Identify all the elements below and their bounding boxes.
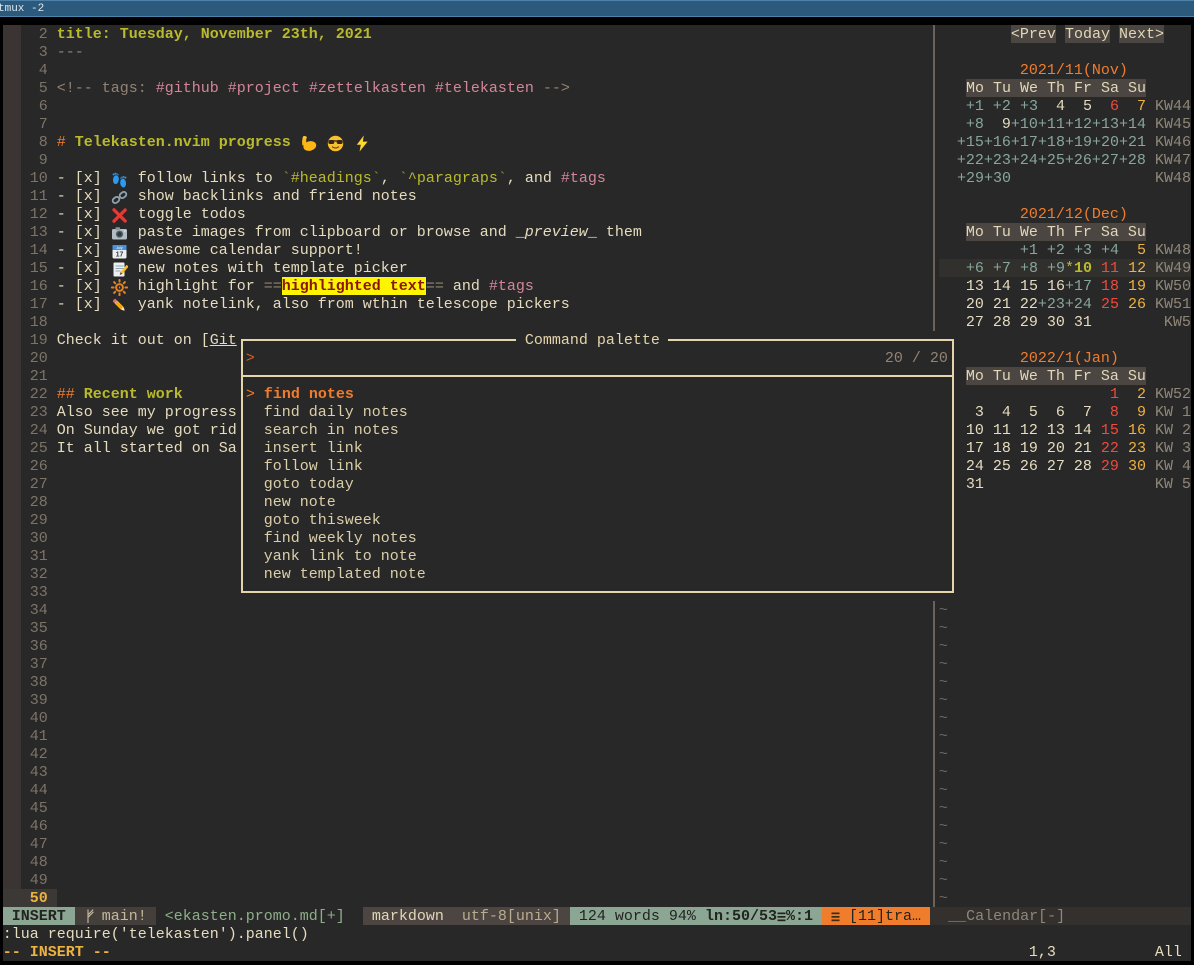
svg-text:17: 17 — [116, 251, 124, 258]
svg-text:July: July — [116, 246, 123, 250]
